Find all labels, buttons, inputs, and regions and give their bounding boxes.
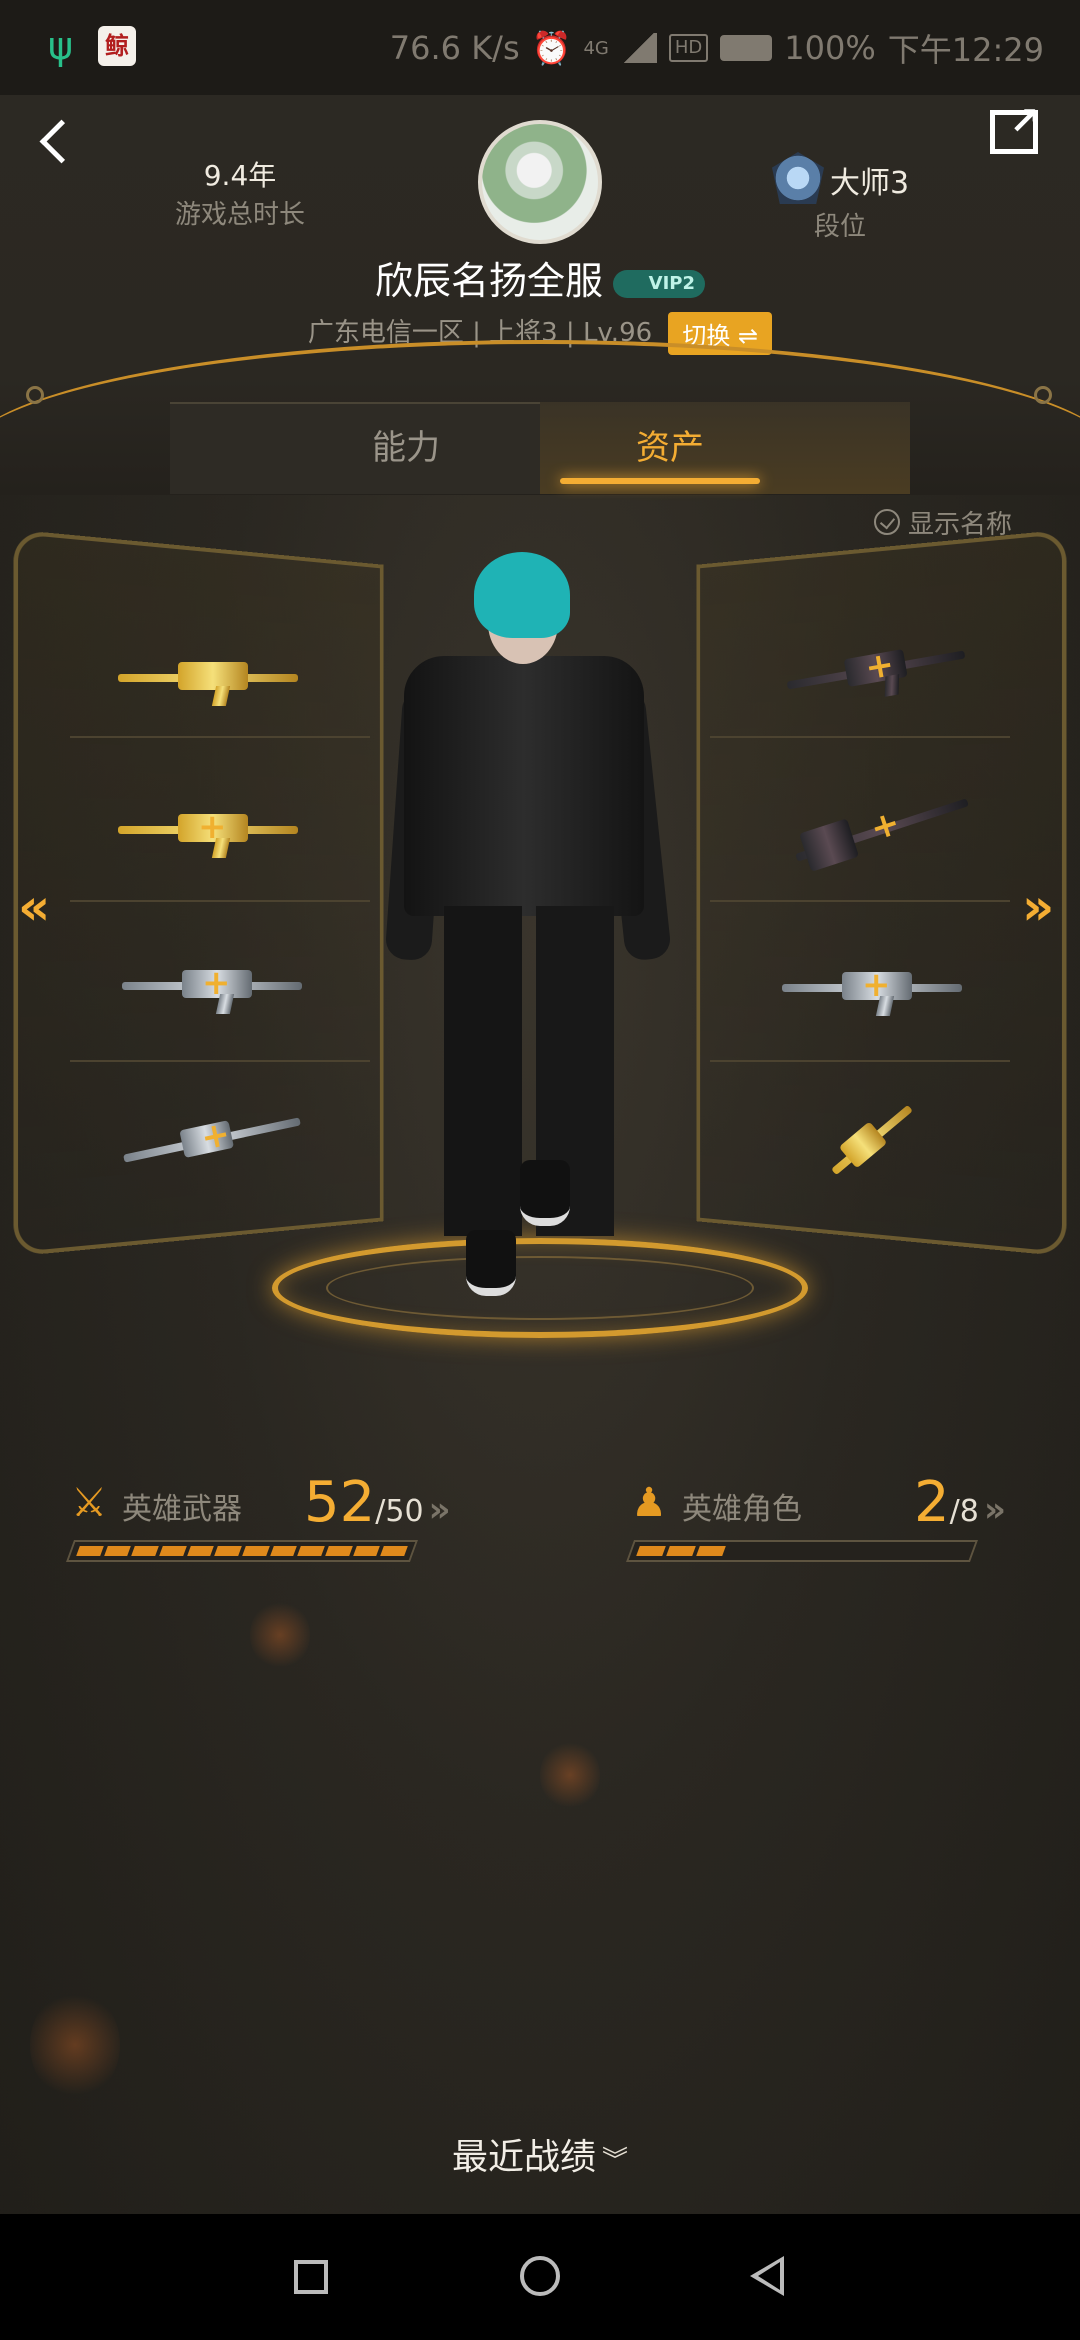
rank-value: 大师3 bbox=[830, 166, 910, 201]
slot-divider bbox=[710, 736, 1010, 738]
recents-button[interactable] bbox=[294, 2260, 328, 2294]
character-body bbox=[404, 656, 644, 916]
status-right: 76.6 K/s ⏰ 4G HD 100% 下午12:29 bbox=[390, 26, 1044, 70]
back-button[interactable] bbox=[36, 112, 86, 172]
progress-segment bbox=[186, 1546, 215, 1556]
progress-segment bbox=[76, 1546, 104, 1556]
rank-label: 段位 bbox=[813, 212, 866, 242]
status-bar: ψ 鲸 76.6 K/s ⏰ 4G HD 100% 下午12:29 bbox=[0, 0, 1080, 95]
share-button[interactable] bbox=[990, 99, 1041, 154]
hero-weapons-label: 英雄武器 bbox=[122, 1492, 242, 1527]
weapon-slot-left-3[interactable]: + bbox=[122, 956, 302, 1016]
double-chevron-down-icon: ︾ bbox=[602, 2146, 629, 2176]
battery-icon bbox=[720, 35, 773, 61]
hero-weapons-progress bbox=[65, 1540, 419, 1562]
slot-divider bbox=[710, 900, 1010, 902]
progress-segment bbox=[159, 1546, 187, 1556]
hero-characters-count: 2 bbox=[914, 1470, 950, 1535]
hero-weapons-count: 52 bbox=[304, 1470, 376, 1535]
ember-glow bbox=[250, 1600, 310, 1670]
recent-records-button[interactable]: 最近战绩 ︾ bbox=[0, 2128, 1080, 2180]
chevron-right-icon[interactable]: » bbox=[1022, 878, 1054, 936]
plus-icon: + bbox=[202, 963, 231, 1003]
character-hair bbox=[474, 552, 570, 638]
alarm-icon: ⏰ bbox=[531, 29, 572, 67]
username: 欣辰名扬全服 bbox=[374, 259, 603, 303]
character-shoe bbox=[520, 1160, 570, 1226]
recent-records-label: 最近战绩 bbox=[451, 2137, 596, 2178]
plus-icon: + bbox=[198, 807, 227, 847]
chevron-right-icon: » bbox=[983, 1490, 1006, 1530]
chevron-left-icon[interactable]: « bbox=[18, 878, 50, 936]
weapon-slot-left-2[interactable]: + bbox=[118, 800, 298, 860]
progress-segment bbox=[380, 1546, 408, 1556]
username-row: 欣辰名扬全服 VIP2 bbox=[0, 250, 1080, 305]
check-circle-icon bbox=[874, 509, 900, 535]
play-time-label: 游戏总时长 bbox=[174, 200, 305, 230]
hero-weapons-value: 52/50 » bbox=[304, 1470, 451, 1535]
battery-percent: 100% bbox=[784, 29, 876, 67]
progress-segment bbox=[696, 1546, 726, 1556]
slot-divider bbox=[70, 1060, 370, 1062]
hero-weapons-total: /50 bbox=[375, 1494, 424, 1529]
show-names-label: 显示名称 bbox=[908, 509, 1013, 540]
hero-characters-label: 英雄角色 bbox=[682, 1492, 802, 1527]
app-notification-icon: 鲸 bbox=[98, 26, 136, 66]
slot-divider bbox=[70, 736, 370, 738]
progress-segment bbox=[131, 1546, 159, 1556]
weapon-slot-left-1[interactable] bbox=[118, 648, 298, 708]
ring-ornament-left bbox=[26, 386, 44, 404]
weapon-slot-right-3[interactable]: + bbox=[782, 958, 962, 1018]
home-button[interactable] bbox=[520, 2256, 560, 2296]
progress-segment bbox=[269, 1546, 298, 1556]
hero-weapons-stat[interactable]: ⚔ 英雄武器 52/50 » bbox=[66, 1470, 486, 1550]
nav-back-button[interactable] bbox=[750, 2256, 784, 2296]
tab-assets[interactable]: 资产 bbox=[570, 420, 770, 469]
progress-segment bbox=[636, 1546, 666, 1556]
slot-divider bbox=[710, 1060, 1010, 1062]
progress-segment bbox=[297, 1546, 325, 1556]
vip-badge: VIP2 bbox=[613, 269, 705, 298]
progress-segment bbox=[666, 1546, 696, 1556]
ring-ornament-right bbox=[1034, 386, 1052, 404]
tab-active-underline bbox=[560, 478, 760, 484]
ember-glow bbox=[540, 1740, 600, 1810]
hd-badge: HD bbox=[668, 34, 709, 62]
hero-characters-progress bbox=[625, 1540, 979, 1562]
progress-segment bbox=[214, 1546, 242, 1556]
plus-icon: + bbox=[862, 965, 891, 1005]
network-type: 4G bbox=[583, 37, 609, 59]
slot-divider bbox=[70, 900, 370, 902]
clock: 下午12:29 bbox=[887, 31, 1044, 69]
progress-segment bbox=[103, 1546, 132, 1556]
show-names-toggle[interactable]: 显示名称 bbox=[874, 504, 1012, 540]
avatar[interactable] bbox=[478, 120, 602, 244]
play-time-stat: 9.4年 游戏总时长 bbox=[130, 154, 350, 231]
chevron-right-icon: » bbox=[428, 1490, 451, 1530]
usb-icon: ψ bbox=[48, 24, 74, 68]
rifle-icon: ⚔ bbox=[71, 1480, 107, 1526]
plus-icon: + bbox=[865, 802, 905, 850]
rank-stat: 大师3 bbox=[830, 158, 950, 202]
progress-segment bbox=[242, 1546, 270, 1556]
progress-segment bbox=[352, 1546, 381, 1556]
plus-icon: + bbox=[862, 644, 898, 689]
hero-characters-total: /8 bbox=[949, 1494, 979, 1529]
ember-glow bbox=[30, 1990, 120, 2100]
progress-segment bbox=[325, 1546, 353, 1556]
network-speed: 76.6 K/s bbox=[389, 29, 520, 67]
tab-ability[interactable]: 能力 bbox=[306, 420, 506, 469]
soldier-icon: ♟ bbox=[631, 1480, 667, 1526]
hero-characters-value: 2/8 » bbox=[914, 1470, 1006, 1535]
hero-characters-stat[interactable]: ♟ 英雄角色 2/8 » bbox=[626, 1470, 1046, 1550]
character-shoe bbox=[466, 1230, 516, 1296]
signal-icon bbox=[620, 33, 657, 63]
play-time-value: 9.4年 bbox=[203, 159, 277, 192]
